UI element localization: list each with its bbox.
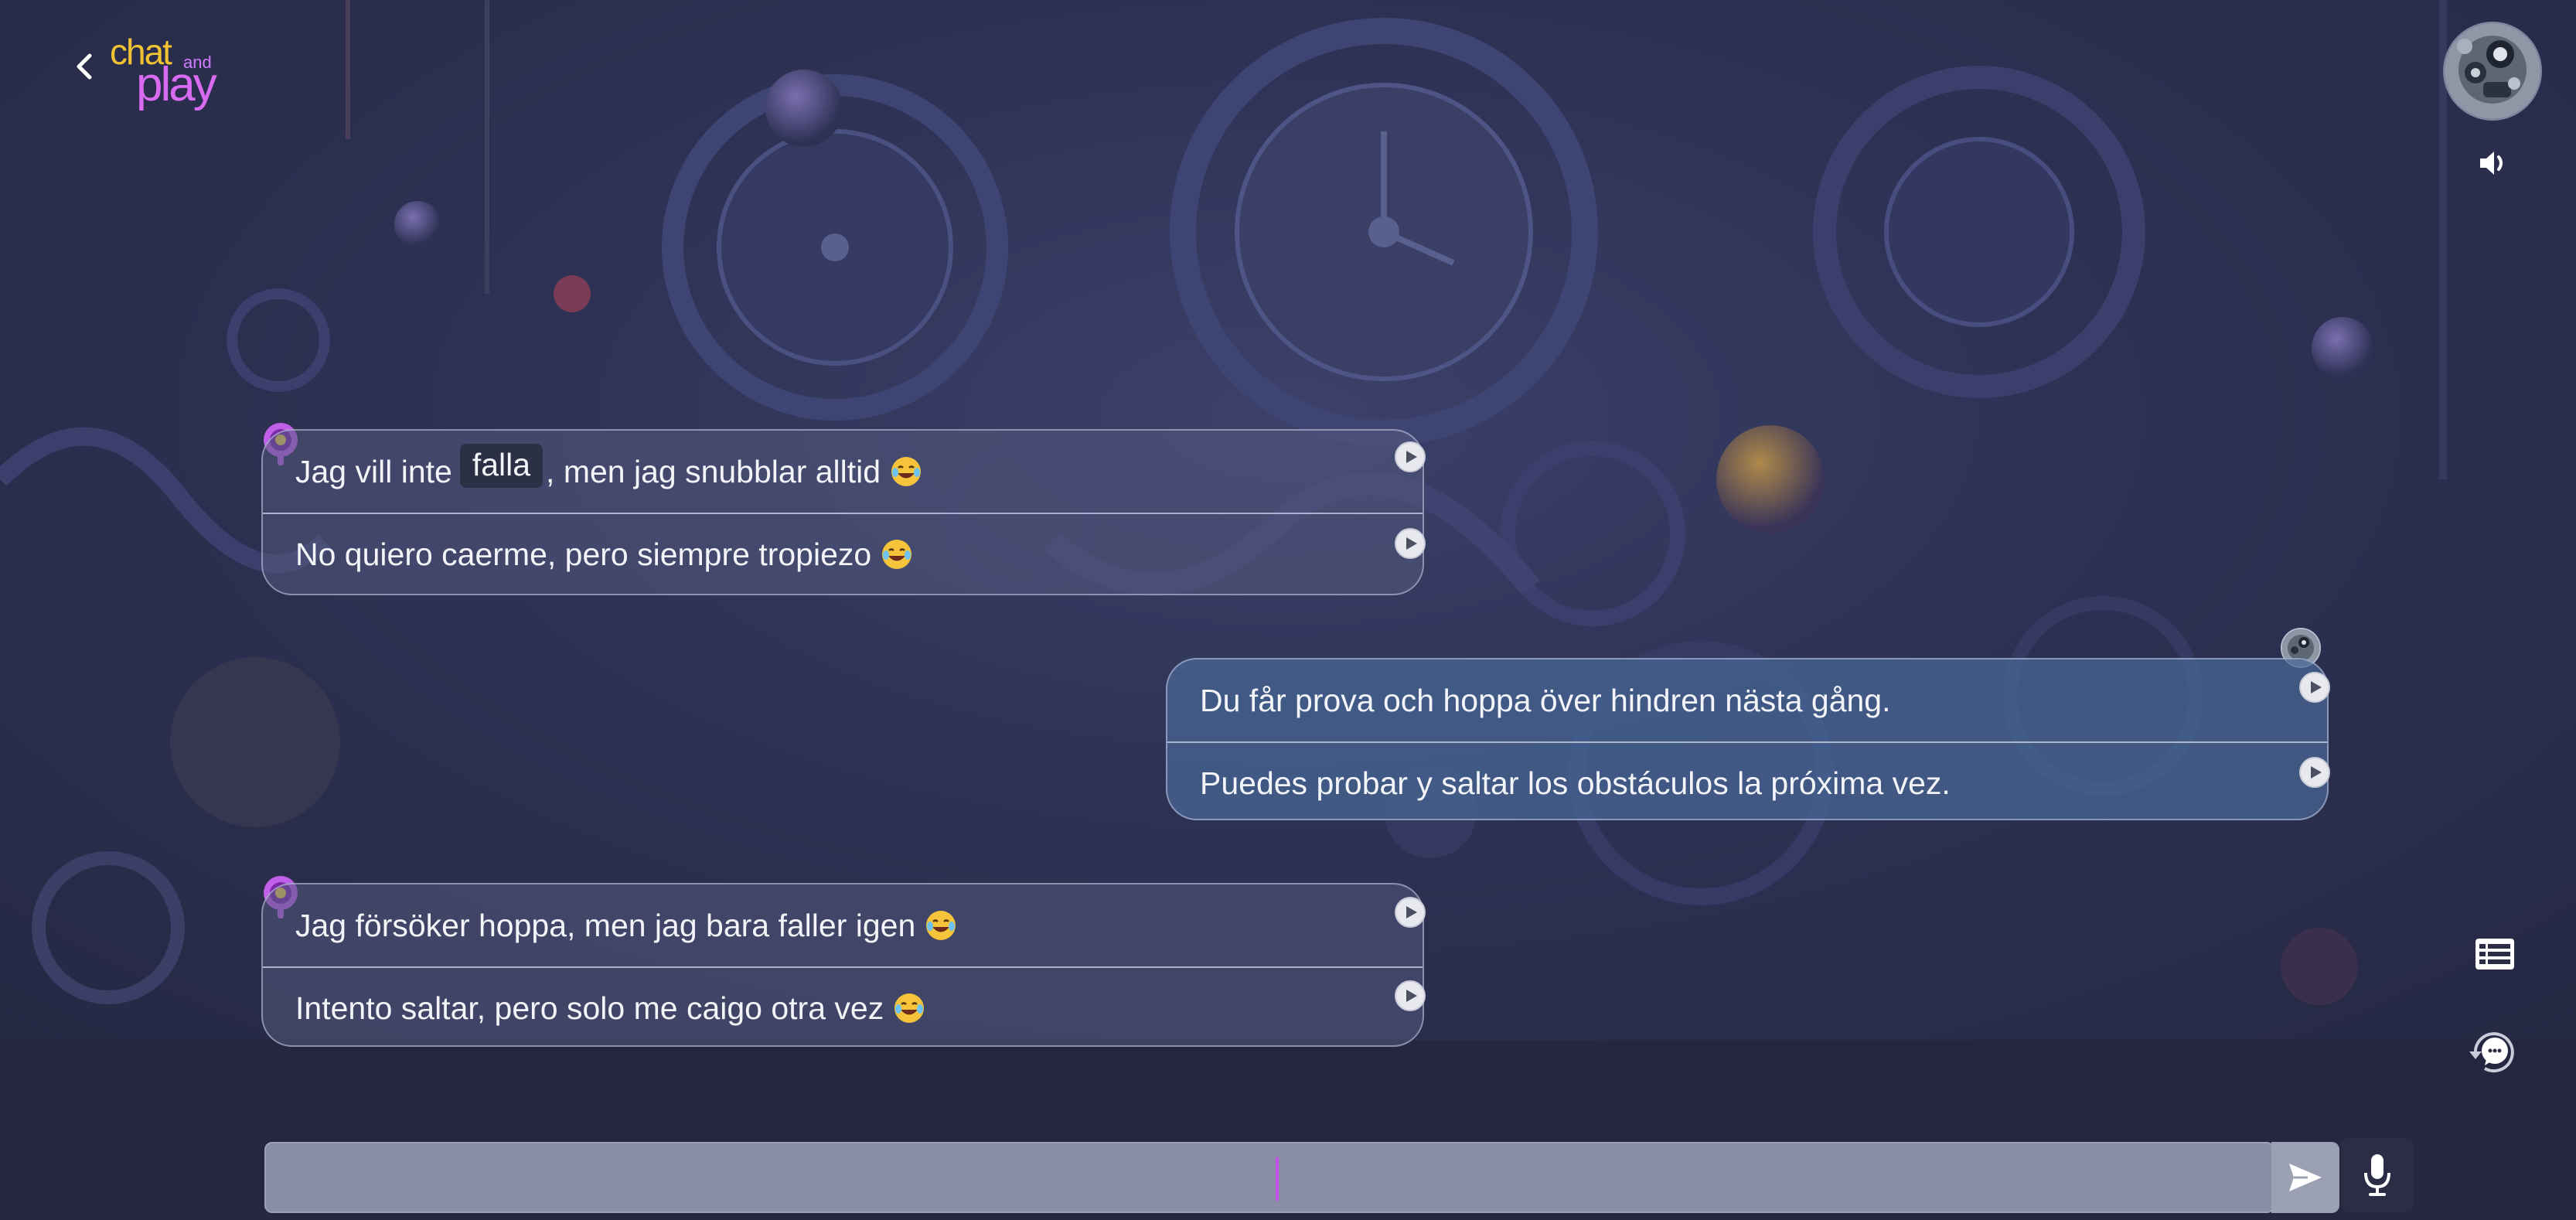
message-text: Du får prova och hoppa över hindren näst… [1200,682,1891,718]
vocab-word-chip[interactable]: falla [459,443,543,488]
microphone-button[interactable] [2341,1138,2414,1212]
chat-refresh-button[interactable] [2465,1025,2519,1076]
message-input-container [264,1142,2276,1213]
message-text: Intento saltar, pero solo me caigo otra … [295,990,884,1026]
back-button[interactable] [68,48,99,85]
robot-avatar-icon [2445,23,2540,119]
message-text: , men jag snubblar alltid [546,453,881,489]
app-screen: chat and play Jag vill inte falla , men … [0,0,2576,1220]
play-icon [1406,537,1417,550]
laughing-tears-emoji-icon [882,540,912,569]
play-audio-button[interactable] [1395,528,1426,559]
play-audio-button[interactable] [2299,757,2330,788]
play-audio-button[interactable] [1395,980,1426,1011]
message-bubble-bot: Jag vill inte falla , men jag snubblar a… [261,429,1426,595]
play-audio-button[interactable] [1395,897,1426,928]
message-text: Jag försöker hoppa, men jag bara faller … [295,907,916,943]
play-audio-button[interactable] [1395,441,1426,472]
play-icon [1406,451,1417,463]
phrase-list-button[interactable] [2474,937,2516,971]
chevron-left-icon [77,53,92,80]
logo-play: play [136,58,217,111]
laughing-tears-emoji-icon [926,911,956,940]
message-original: Jag vill inte falla , men jag snubblar a… [263,431,1426,513]
send-icon [2289,1164,2322,1191]
speaker-button[interactable] [2477,147,2510,179]
message-text: Jag vill inte [295,453,452,489]
message-text: No quiero caerme, pero siempre tropiezo [295,536,872,572]
message-translation: Puedes probar y saltar los obstáculos la… [1167,741,2330,823]
message-original: Du får prova och hoppa över hindren näst… [1167,659,2330,741]
play-icon [1406,990,1417,1002]
profile-avatar[interactable] [2443,22,2542,121]
message-bubble-bot: Jag försöker hoppa, men jag bara faller … [261,883,1426,1048]
message-translation: Intento saltar, pero solo me caigo otra … [263,966,1426,1048]
play-audio-button[interactable] [2299,672,2330,703]
message-text: Puedes probar y saltar los obstáculos la… [1200,765,1951,801]
play-icon [2311,681,2322,693]
play-icon [1406,906,1417,918]
chat-refresh-icon [2469,1032,2514,1073]
laughing-tears-emoji-icon [891,457,922,486]
speaker-volume-icon [2480,152,2503,175]
app-logo[interactable]: chat and play [110,31,218,111]
send-button[interactable] [2271,1142,2339,1213]
message-original: Jag försöker hoppa, men jag bara faller … [263,884,1426,966]
text-caret [1276,1157,1279,1201]
list-icon [2475,939,2514,970]
message-input[interactable] [266,1143,2276,1211]
laughing-tears-emoji-icon [894,993,925,1023]
microphone-icon [2364,1154,2390,1196]
message-translation: No quiero caerme, pero siempre tropiezo [263,513,1426,595]
play-icon [2311,766,2322,779]
message-bubble-user: Du får prova och hoppa över hindren näst… [1166,658,2330,823]
